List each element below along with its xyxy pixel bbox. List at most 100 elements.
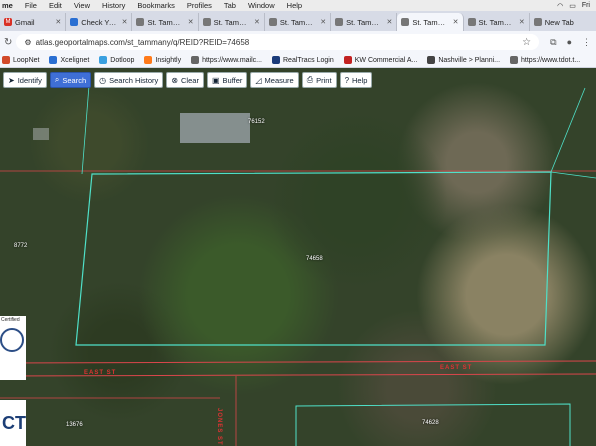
more-icon[interactable]: ⋮ [577,37,596,48]
page-icon [268,18,277,26]
address-bar-row: ↻ ⚙ atlas.geoportalmaps.com/st_tammany/q… [0,31,596,53]
tab-st-tammany-3[interactable]: St. Tammany✕ [265,13,332,31]
aerial-map[interactable]: 76152 74658 8772 13676 74628 EAST ST EAS… [0,68,596,446]
tab-strip: MGmail✕ Check Your✕ St. Tammany✕ St. Tam… [0,11,596,31]
tab-label: St. Tammany [412,17,449,27]
menu-clock[interactable]: Fri [582,2,590,10]
close-icon[interactable]: ✕ [188,18,194,26]
help-icon: ? [344,75,350,85]
buffer-label: Buffer [222,75,243,85]
search-history-button[interactable]: ◷ Search History [94,72,164,88]
measure-button[interactable]: ◿ Measure [250,72,299,88]
search-button[interactable]: ⌕ Search [49,72,92,88]
bookmark-label: RealTracs Login [283,56,334,64]
bookmark-label: https://www.mailc... [202,56,262,64]
menu-tab[interactable]: Tab [218,1,242,10]
url-text: atlas.geoportalmaps.com/st_tammany/q/REI… [35,37,250,47]
close-icon[interactable]: ✕ [453,18,459,26]
parcel-overlay [0,72,596,446]
bookmark-tdot[interactable]: https://www.tdot.t... [510,56,580,64]
bookmark-xcelignet[interactable]: Xcelignet [49,56,89,64]
wifi-icon[interactable]: ◠ [557,2,563,10]
close-icon[interactable]: ✕ [519,18,525,26]
close-icon[interactable]: ✕ [254,18,260,26]
menu-bar: me File Edit View History Bookmarks Prof… [0,0,596,11]
help-button[interactable]: ? Help [339,72,373,88]
reload-icon[interactable]: ↻ [0,37,16,48]
site-info-icon[interactable]: ⚙ [24,38,31,47]
search-icon: ⌕ [54,75,60,84]
print-label: Print [316,75,332,85]
close-icon[interactable]: ✕ [386,18,392,26]
buffer-button[interactable]: ▣ Buffer [206,72,248,88]
menu-bookmarks[interactable]: Bookmarks [131,1,181,10]
street-label: JONES ST [216,408,222,446]
history-icon: ◷ [99,75,107,85]
tab-st-tammany-1[interactable]: St. Tammany ✕ [132,13,199,31]
url-field[interactable]: ⚙ atlas.geoportalmaps.com/st_tammany/q/R… [16,34,540,50]
gmail-icon: M [4,18,12,26]
parcel-line [81,72,91,175]
tab-label: St. Tammany [213,17,251,27]
parcel-label-subject: 74658 [306,256,323,262]
parcel-label: 74628 [422,420,439,426]
xcelignet-icon [49,56,58,64]
globe-icon [191,56,200,64]
nashville-icon [427,56,436,64]
tab-label: St. Tammany [346,17,383,27]
clear-button[interactable]: ⊗ Clear [166,72,204,88]
profile-icon[interactable]: ● [562,37,577,47]
bookmark-label: KW Commercial A... [354,56,418,64]
battery-icon[interactable]: ▭ [569,2,576,10]
pointer-icon: ➤ [8,75,15,85]
menu-app-name[interactable]: me [0,1,19,10]
extensions-icon[interactable]: ⧉ [545,37,561,48]
print-button[interactable]: ⎙ Print [301,72,337,88]
menu-view[interactable]: View [68,1,96,10]
measure-label: Measure [264,75,294,85]
bookmark-label: Xcelignet [60,56,90,64]
globe-icon [510,56,519,64]
help-label: Help [352,75,368,85]
bookmark-label: Insightly [155,56,182,64]
bookmark-insightly[interactable]: Insightly [144,56,181,64]
tab-label: St. Tammany [478,17,516,27]
bookmark-nashville[interactable]: Nashville > Planni... [427,56,500,64]
search-history-label: Search History [109,75,159,85]
menu-file[interactable]: File [19,1,43,10]
kw-icon [343,56,352,64]
bookmarks-bar: LoopNet Xcelignet Dotloop Insightly http… [0,53,596,68]
tab-st-tammany-5[interactable]: St. Tammany✕ [464,13,530,31]
menu-edit[interactable]: Edit [43,1,68,10]
bookmark-label: LoopNet [13,56,40,64]
tab-label: St. Tammany [279,17,317,27]
parcel-line [550,87,586,173]
menu-history[interactable]: History [96,1,131,10]
tab-gmail[interactable]: M Gmail ✕ [0,13,67,31]
realtracs-icon [272,56,280,64]
bookmark-dotloop[interactable]: Dotloop [99,56,134,64]
tab-st-tammany-4[interactable]: St. Tammany✕ [331,13,398,31]
tab-new-tab[interactable]: New Tab [530,13,596,31]
bookmark-loopnet[interactable]: LoopNet [2,56,39,64]
tab-label: St. Tammany [147,17,184,27]
page-icon [335,18,344,26]
identify-button[interactable]: ➤ Identify [3,72,47,88]
close-icon[interactable]: ✕ [55,18,61,26]
tab-check-your[interactable]: Check Your ✕ [66,13,133,31]
close-icon[interactable]: ✕ [320,18,326,26]
menu-window[interactable]: Window [242,1,281,10]
menu-profiles[interactable]: Profiles [181,1,218,10]
bookmark-realtracs[interactable]: RealTracs Login [272,56,334,64]
bookmark-label: Nashville > Planni... [438,56,501,64]
seal-icon [0,328,24,352]
close-icon[interactable]: ✕ [122,18,128,26]
parcel-label: 8772 [14,243,28,249]
tab-st-tammany-active[interactable]: St. Tammany ✕ [397,13,464,31]
bookmark-kw-commercial[interactable]: KW Commercial A... [343,56,418,64]
menu-help[interactable]: Help [281,1,308,10]
tab-st-tammany-2[interactable]: St. Tammany✕ [199,13,265,31]
bookmark-star-icon[interactable]: ☆ [522,37,531,48]
building-roof [180,113,250,143]
bookmark-mailchimp[interactable]: https://www.mailc... [191,56,262,64]
